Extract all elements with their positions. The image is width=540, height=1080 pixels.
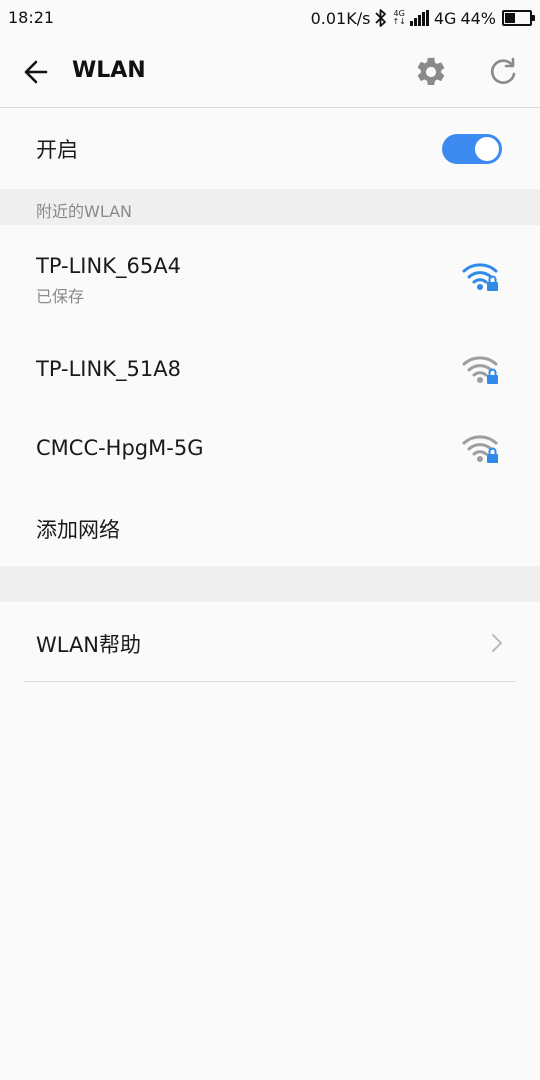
switch-knob [475, 137, 499, 161]
network-ssid: CMCC-HpgM-5G [36, 436, 204, 460]
network-item[interactable]: TP-LINK_51A8 [0, 327, 540, 409]
wlan-help-label: WLAN帮助 [36, 633, 142, 657]
status-icons: 0.01K/s 4G ↑↓ 4G 44% [310, 7, 535, 29]
network-status: 已保存 [36, 287, 85, 306]
back-arrow-icon[interactable] [18, 56, 54, 88]
network-activity-icon: 4G ↑↓ [392, 10, 405, 26]
gear-icon[interactable] [414, 55, 448, 89]
nearby-section-header: 附近的WLAN [0, 189, 540, 225]
status-bar: 18:21 0.01K/s 4G ↑↓ 4G 44% [0, 0, 540, 36]
wlan-toggle-switch[interactable] [442, 134, 502, 164]
toolbar: WLAN [0, 36, 540, 108]
cell-signal-icon [409, 10, 430, 26]
section-spacer [0, 566, 540, 602]
status-time: 18:21 [8, 8, 55, 27]
wlan-help-item[interactable]: WLAN帮助 [0, 602, 540, 681]
add-network-item[interactable]: 添加网络 [0, 488, 540, 566]
network-speed: 0.01K/s [310, 8, 371, 28]
network-ssid: TP-LINK_65A4 [36, 254, 181, 278]
network-ssid: TP-LINK_51A8 [36, 357, 181, 381]
network-type: 4G [433, 8, 457, 28]
page-title: WLAN [72, 58, 146, 83]
battery-percent: 44% [460, 8, 496, 28]
wlan-toggle-label: 开启 [36, 138, 78, 162]
chevron-right-icon [490, 632, 504, 654]
divider [24, 681, 516, 682]
network-item[interactable]: CMCC-HpgM-5G [0, 409, 540, 488]
wifi-lock-icon [462, 354, 500, 386]
network-item[interactable]: TP-LINK_65A4 已保存 [0, 225, 540, 327]
refresh-icon[interactable] [486, 55, 520, 89]
wlan-toggle-row[interactable]: 开启 [0, 108, 540, 189]
wifi-lock-icon [462, 261, 500, 293]
battery-icon [502, 10, 535, 26]
wifi-lock-icon [462, 433, 500, 465]
add-network-label: 添加网络 [36, 518, 120, 542]
network-arrows: ↑↓ [392, 17, 406, 26]
nearby-header-label: 附近的WLAN [36, 202, 133, 221]
bluetooth-icon [374, 8, 388, 28]
